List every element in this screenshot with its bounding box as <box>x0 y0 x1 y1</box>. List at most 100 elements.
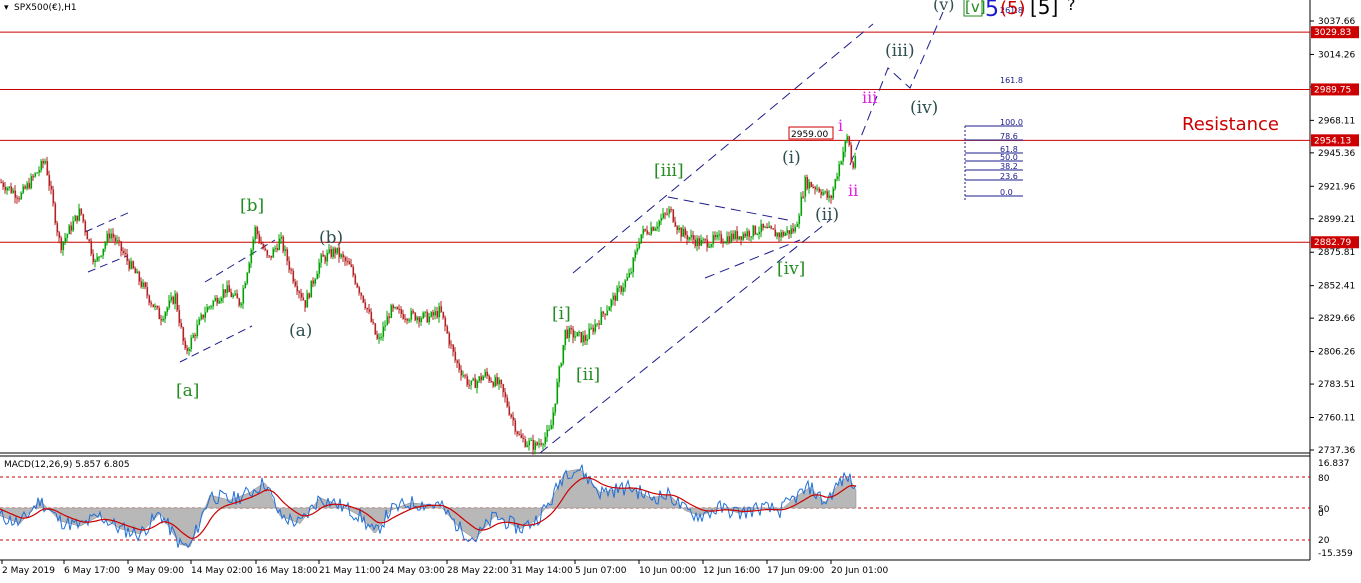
candle-body <box>582 335 585 343</box>
candle-body <box>124 252 127 255</box>
macd-label: MACD(12,26,9) 5.857 6.805 <box>4 460 130 470</box>
candle-body <box>668 209 671 214</box>
candle-body <box>800 196 803 216</box>
candle-body <box>650 227 653 235</box>
candle-body <box>480 376 483 381</box>
price-tick-label: 2737.36 <box>1318 446 1355 456</box>
candle-body <box>616 287 619 301</box>
candle-body <box>388 316 391 318</box>
candle-body <box>50 185 53 190</box>
candle-body <box>430 312 433 317</box>
candle-body <box>610 299 613 308</box>
candle-body <box>818 188 821 192</box>
candle-body <box>618 286 621 288</box>
candle-body <box>744 233 747 237</box>
candle-body <box>684 228 687 236</box>
candle-body <box>576 332 579 337</box>
candle-body <box>338 247 341 258</box>
candle-body <box>524 439 527 447</box>
time-tick-label: 14 May 02:00 <box>191 566 253 576</box>
candle-body <box>734 231 737 240</box>
candle-body <box>672 209 675 222</box>
candle-body <box>52 189 55 204</box>
candle-body <box>282 236 285 252</box>
candle-body <box>108 233 111 239</box>
candle-body <box>834 179 837 189</box>
candle-body <box>302 297 305 301</box>
top-label-bracket5: [5] <box>1030 0 1058 19</box>
candle-body <box>264 248 267 251</box>
candle-body <box>460 369 463 376</box>
candle-body <box>774 229 777 237</box>
candle-body <box>138 271 141 282</box>
symbol-arrow-icon[interactable]: ▾ <box>4 3 9 13</box>
resistance-label: Resistance <box>1182 114 1279 135</box>
candle-body <box>336 247 339 254</box>
candle-body <box>104 243 107 249</box>
candle-body <box>132 261 135 269</box>
candle-body <box>434 311 437 316</box>
candle-body <box>298 291 301 294</box>
candle-body <box>192 334 195 338</box>
time-tick-label: 12 Jun 16:00 <box>703 566 760 576</box>
candle-body <box>354 275 357 284</box>
candle-body <box>390 305 393 318</box>
candle-body <box>506 397 509 407</box>
candle-body <box>214 297 217 302</box>
candle-body <box>482 376 485 381</box>
candle-body <box>656 226 659 229</box>
candle-body <box>28 183 31 189</box>
candle-body <box>416 317 419 321</box>
candle-body <box>700 239 703 246</box>
candle-body <box>136 271 139 274</box>
candle-body <box>622 287 625 292</box>
candle-body <box>130 261 133 269</box>
candle-body <box>402 313 405 319</box>
candle-body <box>496 377 499 385</box>
candle-body <box>732 233 735 240</box>
candle-body <box>330 249 333 257</box>
candle-body <box>62 241 65 251</box>
candle-body <box>440 306 443 312</box>
candle-body <box>90 240 93 254</box>
candle-body <box>382 326 385 337</box>
macd-panel[interactable] <box>0 464 1310 549</box>
symbol-label: SPX500(€),H1 <box>14 3 77 13</box>
price-tick-label: 2899.21 <box>1318 215 1355 225</box>
candle-body <box>590 327 593 329</box>
candle-body <box>368 309 371 312</box>
candle-body <box>448 333 451 345</box>
candle-body <box>252 239 255 250</box>
macd-tick-label: 80 <box>1318 474 1330 484</box>
candle-body <box>314 279 317 284</box>
candle-body <box>542 444 545 446</box>
candle-body <box>232 295 235 297</box>
candle-body <box>850 145 853 163</box>
candle-body <box>442 311 445 318</box>
candle-body <box>94 260 97 262</box>
candle-body <box>82 214 85 222</box>
candle-body <box>216 297 219 304</box>
candle-body <box>86 231 89 240</box>
candle-body <box>746 231 749 237</box>
candle-body <box>658 220 661 227</box>
candle-body <box>148 295 151 303</box>
candle-body <box>118 240 121 242</box>
candle-body <box>190 337 193 350</box>
candle-body <box>518 434 521 436</box>
fib-level-label: 78.6 <box>1000 132 1018 141</box>
macd-tick-label: 20 <box>1318 536 1330 546</box>
candle-body <box>778 233 781 238</box>
fib-level-label: 100.0 <box>1000 118 1023 127</box>
fib-level-label: 38.2 <box>1000 162 1018 171</box>
candle-body <box>16 197 19 199</box>
macd-tick-label: 16.837 <box>1318 459 1350 469</box>
candle-body <box>70 225 73 231</box>
candle-body <box>444 317 447 327</box>
candle-body <box>320 254 323 263</box>
candle-body <box>724 242 727 244</box>
chart-canvas[interactable]: ▾ SPX500(€),H1 MACD(12,26,9) 5.857 6.805… <box>0 0 1361 583</box>
candle-body <box>48 174 51 186</box>
candle-body <box>110 233 113 239</box>
candle-body <box>210 306 213 308</box>
